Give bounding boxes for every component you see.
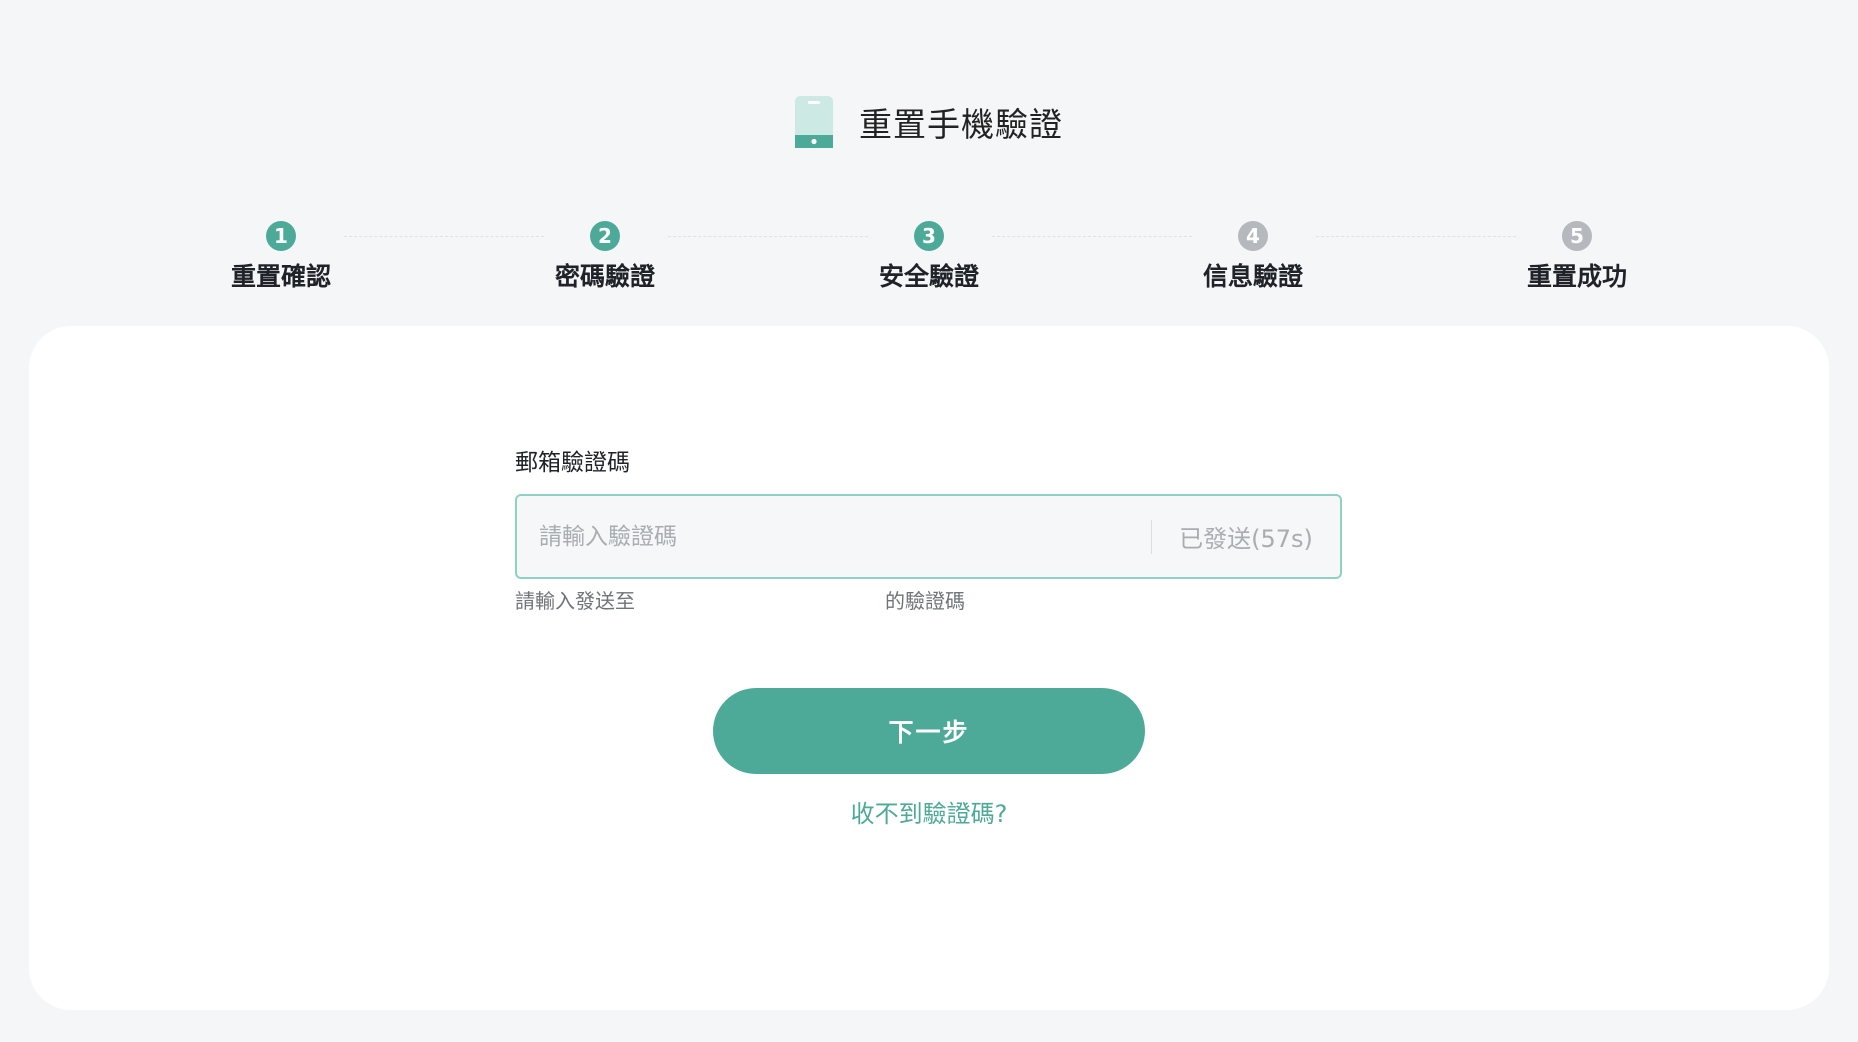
step-security-verify: 3 安全驗證: [829, 221, 1029, 293]
step-reset-success: 5 重置成功: [1477, 221, 1677, 293]
next-step-button[interactable]: 下一步: [713, 688, 1145, 774]
step-number-badge: 1: [266, 221, 296, 251]
step-label: 安全驗證: [878, 262, 979, 291]
page-title: 重置手機驗證: [859, 105, 1063, 144]
email-code-hint: 請輸入發送至 的驗證碼: [515, 585, 1344, 615]
step-number-badge: 2: [590, 221, 620, 251]
progress-stepper: 1 重置確認 2 密碼驗證 3 安全驗證 4 信息驗證 5 重置成功: [118, 221, 1738, 291]
step-reset-confirm: 1 重置確認: [181, 221, 381, 293]
email-code-field: 已發送(57s): [515, 494, 1342, 579]
hint-suffix: 的驗證碼: [885, 589, 965, 613]
email-code-input[interactable]: [517, 495, 1151, 578]
hint-prefix: 請輸入發送至: [515, 589, 635, 613]
step-number-badge: 5: [1562, 221, 1592, 251]
verification-form: 郵箱驗證碼 已發送(57s) 請輸入發送至 的驗證碼: [515, 443, 1344, 615]
step-password-verify: 2 密碼驗證: [505, 221, 705, 293]
step-number-badge: 4: [1238, 221, 1268, 251]
cannot-receive-code-link[interactable]: 收不到驗證碼?: [29, 794, 1829, 829]
step-label: 密碼驗證: [554, 262, 655, 291]
page-header: 重置手機驗證: [0, 96, 1858, 148]
step-number-badge: 3: [914, 221, 944, 251]
verification-card: 郵箱驗證碼 已發送(57s) 請輸入發送至 的驗證碼 下一步 收不到驗證碼?: [29, 326, 1829, 1010]
step-label: 信息驗證: [1202, 262, 1303, 291]
step-info-verify: 4 信息驗證: [1153, 221, 1353, 293]
resend-countdown-button[interactable]: 已發送(57s): [1152, 519, 1340, 554]
step-label: 重置確認: [230, 262, 331, 291]
step-label: 重置成功: [1526, 262, 1627, 291]
email-code-label: 郵箱驗證碼: [515, 450, 630, 476]
phone-icon: [795, 96, 833, 148]
